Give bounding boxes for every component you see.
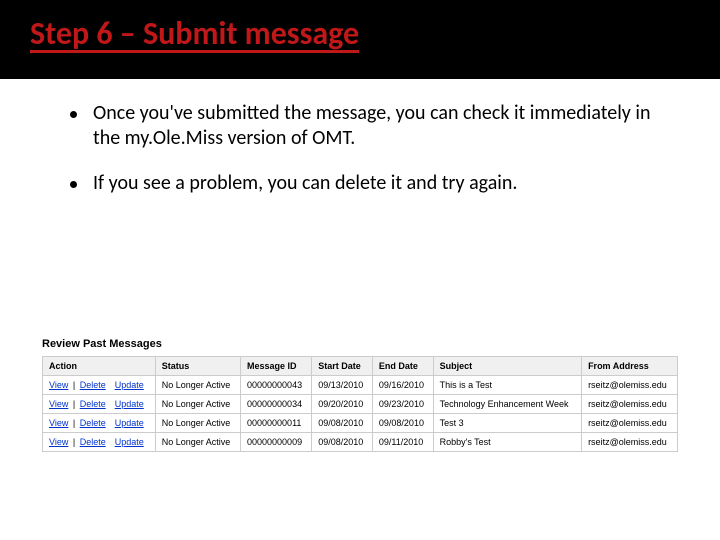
cell-start-date: 09/13/2010 <box>312 376 373 395</box>
embedded-screenshot: Review Past Messages Action Status Messa… <box>42 338 678 452</box>
cell-subject: This is a Test <box>433 376 581 395</box>
cell-end-date: 09/16/2010 <box>372 376 433 395</box>
table-row: View | Delete UpdateNo Longer Active0000… <box>43 376 678 395</box>
update-link[interactable]: Update <box>115 437 144 447</box>
separator <box>106 418 115 428</box>
col-subject: Subject <box>433 357 581 376</box>
table-row: View | Delete UpdateNo Longer Active0000… <box>43 395 678 414</box>
cell-message-id: 00000000011 <box>241 414 312 433</box>
delete-link[interactable]: Delete <box>80 399 106 409</box>
update-link[interactable]: Update <box>115 399 144 409</box>
slide-body: Once you've submitted the message, you c… <box>0 79 720 226</box>
view-link[interactable]: View <box>49 380 68 390</box>
update-link[interactable]: Update <box>115 380 144 390</box>
cell-action: View | Delete Update <box>43 376 156 395</box>
col-action: Action <box>43 357 156 376</box>
separator: | <box>68 399 79 409</box>
view-link[interactable]: View <box>49 437 68 447</box>
delete-link[interactable]: Delete <box>80 437 106 447</box>
delete-link[interactable]: Delete <box>80 418 106 428</box>
cell-status: No Longer Active <box>155 395 240 414</box>
table-header-row: Action Status Message ID Start Date End … <box>43 357 678 376</box>
table-row: View | Delete UpdateNo Longer Active0000… <box>43 414 678 433</box>
delete-link[interactable]: Delete <box>80 380 106 390</box>
cell-status: No Longer Active <box>155 376 240 395</box>
col-start-date: Start Date <box>312 357 373 376</box>
separator <box>106 437 115 447</box>
col-from: From Address <box>582 357 678 376</box>
cell-subject: Test 3 <box>433 414 581 433</box>
bullet-text: If you see a problem, you can delete it … <box>93 171 517 196</box>
separator: | <box>68 437 79 447</box>
table-row: View | Delete UpdateNo Longer Active0000… <box>43 433 678 452</box>
cell-message-id: 00000000034 <box>241 395 312 414</box>
separator: | <box>68 418 79 428</box>
bullet-dot-icon <box>70 181 77 188</box>
cell-status: No Longer Active <box>155 433 240 452</box>
update-link[interactable]: Update <box>115 418 144 428</box>
col-status: Status <box>155 357 240 376</box>
bullet-dot-icon <box>70 111 77 118</box>
cell-start-date: 09/08/2010 <box>312 414 373 433</box>
cell-from: rseitz@olemiss.edu <box>582 376 678 395</box>
cell-start-date: 09/20/2010 <box>312 395 373 414</box>
cell-message-id: 00000000043 <box>241 376 312 395</box>
cell-end-date: 09/11/2010 <box>372 433 433 452</box>
bullet-item: Once you've submitted the message, you c… <box>70 101 670 151</box>
cell-subject: Technology Enhancement Week <box>433 395 581 414</box>
col-message-id: Message ID <box>241 357 312 376</box>
cell-action: View | Delete Update <box>43 395 156 414</box>
cell-action: View | Delete Update <box>43 433 156 452</box>
cell-subject: Robby's Test <box>433 433 581 452</box>
cell-action: View | Delete Update <box>43 414 156 433</box>
cell-message-id: 00000000009 <box>241 433 312 452</box>
separator <box>106 399 115 409</box>
cell-from: rseitz@olemiss.edu <box>582 395 678 414</box>
bullet-item: If you see a problem, you can delete it … <box>70 171 670 196</box>
slide-title: Step 6 – Submit message <box>0 0 720 79</box>
separator <box>106 380 115 390</box>
cell-start-date: 09/08/2010 <box>312 433 373 452</box>
cell-end-date: 09/23/2010 <box>372 395 433 414</box>
cell-from: rseitz@olemiss.edu <box>582 414 678 433</box>
messages-table: Action Status Message ID Start Date End … <box>42 356 678 452</box>
cell-end-date: 09/08/2010 <box>372 414 433 433</box>
cell-from: rseitz@olemiss.edu <box>582 433 678 452</box>
bullet-text: Once you've submitted the message, you c… <box>93 101 670 151</box>
cell-status: No Longer Active <box>155 414 240 433</box>
view-link[interactable]: View <box>49 418 68 428</box>
separator: | <box>68 380 79 390</box>
col-end-date: End Date <box>372 357 433 376</box>
view-link[interactable]: View <box>49 399 68 409</box>
screenshot-heading: Review Past Messages <box>42 338 678 350</box>
